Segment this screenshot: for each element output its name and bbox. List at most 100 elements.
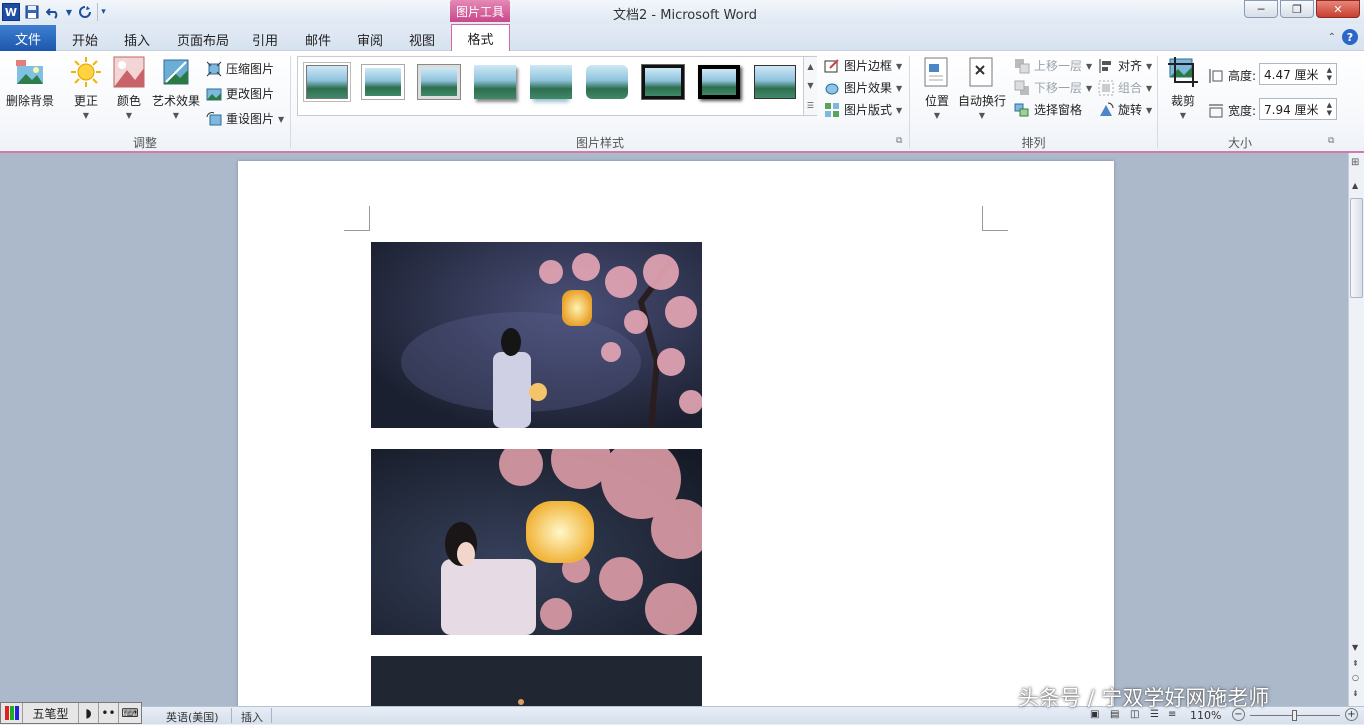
tab-home[interactable]: 开始 xyxy=(72,30,98,49)
zoom-in-icon[interactable]: + xyxy=(1345,708,1358,721)
picture-style-simple-frame[interactable] xyxy=(306,65,348,99)
picture-style-thin-line[interactable] xyxy=(754,65,796,99)
redo-icon[interactable] xyxy=(76,3,94,21)
previous-page-icon[interactable]: ⇞ xyxy=(1352,659,1359,668)
close-button[interactable]: ✕ xyxy=(1316,0,1360,18)
gallery-up-icon[interactable]: ▲ xyxy=(807,62,813,71)
picture-style-white-frame[interactable] xyxy=(361,64,405,100)
collapse-ribbon-icon[interactable]: ⌃ xyxy=(1328,32,1336,43)
scroll-down-icon[interactable]: ▼ xyxy=(1352,643,1358,652)
chevron-down-icon[interactable]: ▼ xyxy=(278,115,284,124)
rotate-button[interactable]: 旋转 ▼ xyxy=(1098,101,1152,118)
color-button[interactable]: 颜色 ▼ xyxy=(113,56,145,120)
dialog-launcher-icon[interactable]: ⧉ xyxy=(1328,136,1334,146)
scroll-up-icon[interactable]: ▲ xyxy=(1352,181,1358,190)
help-icon[interactable]: ? xyxy=(1342,29,1358,45)
tab-format[interactable]: 格式 xyxy=(451,24,510,52)
height-field[interactable]: 4.47 厘米 ▲ ▼ xyxy=(1259,63,1337,85)
picture-tools-header: 图片工具 xyxy=(450,0,510,22)
dialog-launcher-icon[interactable]: ⧉ xyxy=(896,136,902,146)
undo-dropdown-icon[interactable]: ▼ xyxy=(65,3,73,21)
tab-references[interactable]: 引用 xyxy=(252,30,278,49)
picture-style-shadow[interactable] xyxy=(474,65,516,99)
chevron-down-icon: ▼ xyxy=(896,106,903,115)
bring-forward-icon xyxy=(1015,58,1030,73)
ime-mode-name[interactable]: 五笔型 xyxy=(23,703,79,723)
tab-mailings[interactable]: 邮件 xyxy=(305,30,331,49)
width-field[interactable]: 7.94 厘米 ▲ ▼ xyxy=(1259,98,1337,120)
width-spinner[interactable]: ▲ ▼ xyxy=(1327,101,1332,117)
status-divider xyxy=(231,708,232,723)
picture-effects-icon xyxy=(825,83,839,94)
soft-keyboard-icon[interactable]: ⌨ xyxy=(119,703,141,723)
document-image[interactable] xyxy=(371,449,702,635)
position-button[interactable]: 位置 ▼ xyxy=(921,56,953,120)
align-button[interactable]: 对齐 ▼ xyxy=(1098,57,1152,74)
reset-picture-icon xyxy=(206,111,222,125)
picture-styles-gallery[interactable] xyxy=(297,56,817,116)
crop-button[interactable]: 裁剪 ▼ xyxy=(1167,56,1199,120)
gallery-down-icon[interactable]: ▼ xyxy=(807,81,813,90)
ime-logo-icon[interactable] xyxy=(1,703,23,723)
picture-style-black-frame[interactable] xyxy=(641,64,685,100)
picture-style-soft-edge[interactable] xyxy=(586,65,628,99)
height-spinner[interactable]: ▲ ▼ xyxy=(1327,66,1332,82)
document-image[interactable] xyxy=(371,242,702,428)
tab-page-layout[interactable]: 页面布局 xyxy=(177,30,229,49)
scroll-thumb[interactable] xyxy=(1350,198,1363,298)
ime-toolbar: 五笔型 ◗ •• ⌨ xyxy=(0,702,142,724)
word-app-icon[interactable]: W xyxy=(2,3,20,21)
gallery-more-icon[interactable]: ☰ xyxy=(807,101,814,110)
chevron-down-icon: ▼ xyxy=(1086,62,1093,71)
remove-background-button[interactable]: 删除背景 xyxy=(6,56,54,109)
picture-style-gray-frame[interactable] xyxy=(417,64,461,100)
punctuation-icon[interactable]: •• xyxy=(99,703,119,723)
gallery-scroll[interactable]: ▲ ▼ ☰ xyxy=(803,57,817,115)
customize-qat-icon[interactable]: ▾ xyxy=(97,3,109,21)
picture-border-button[interactable]: 图片边框 ▼ xyxy=(824,57,902,74)
save-icon[interactable] xyxy=(23,3,41,21)
group-button[interactable]: 组合 ▼ xyxy=(1098,79,1152,96)
picture-styles-group-label: 图片样式 xyxy=(575,136,624,150)
document-image[interactable] xyxy=(371,656,702,706)
tab-insert[interactable]: 插入 xyxy=(124,30,150,49)
picture-style-thick-black[interactable] xyxy=(698,65,740,99)
half-width-icon[interactable]: ◗ xyxy=(79,703,99,723)
reset-picture-button[interactable]: 重设图片 ▼ xyxy=(206,110,284,127)
margin-corner-mark xyxy=(982,206,1008,231)
picture-effects-button[interactable]: 图片效果 ▼ xyxy=(824,79,902,96)
insert-mode-indicator[interactable]: 插入 xyxy=(241,709,263,725)
minimize-button[interactable]: ─ xyxy=(1244,0,1278,18)
tab-file[interactable]: 文件 xyxy=(0,25,56,51)
tab-view[interactable]: 视图 xyxy=(409,30,435,49)
position-icon xyxy=(924,57,948,87)
vertical-scrollbar[interactable]: ⊞ ▲ ▼ ⇞ ○ ⇟ xyxy=(1348,153,1364,706)
chevron-down-icon: ▼ xyxy=(978,111,986,120)
crop-icon xyxy=(1168,57,1198,87)
compress-pictures-button[interactable]: 压缩图片 xyxy=(206,60,274,77)
watermark: 头条号 / 宁双学好网施老师 xyxy=(1018,686,1270,710)
undo-icon[interactable] xyxy=(44,3,62,21)
picture-border-icon xyxy=(824,58,839,72)
artistic-effects-button[interactable]: 艺术效果 ▼ xyxy=(152,56,200,120)
status-divider xyxy=(271,708,272,723)
next-page-icon[interactable]: ⇟ xyxy=(1352,689,1359,698)
wrap-text-button[interactable]: 自动换行 ▼ xyxy=(958,56,1006,120)
chevron-down-icon: ▼ xyxy=(933,111,941,120)
restore-button[interactable]: ❐ xyxy=(1280,0,1314,18)
compress-icon xyxy=(206,61,222,76)
zoom-slider-thumb[interactable] xyxy=(1292,710,1297,721)
browse-object-icon[interactable]: ○ xyxy=(1352,673,1359,682)
change-picture-button[interactable]: 更改图片 xyxy=(206,85,274,102)
bring-forward-button[interactable]: 上移一层 ▼ xyxy=(1014,57,1092,74)
picture-style-reflected[interactable] xyxy=(530,65,572,99)
selection-pane-button[interactable]: 选择窗格 xyxy=(1014,101,1082,118)
corrections-button[interactable]: 更正 ▼ xyxy=(70,56,102,120)
send-backward-button[interactable]: 下移一层 ▼ xyxy=(1014,79,1092,96)
ruler-toggle-icon[interactable]: ⊞ xyxy=(1351,157,1359,168)
language-indicator[interactable]: 英语(美国) xyxy=(166,709,219,725)
margin-corner-mark xyxy=(344,206,370,231)
picture-layout-button[interactable]: 图片版式 ▼ xyxy=(824,101,902,118)
tab-review[interactable]: 审阅 xyxy=(357,30,383,49)
chevron-down-icon: ▼ xyxy=(1179,111,1187,120)
